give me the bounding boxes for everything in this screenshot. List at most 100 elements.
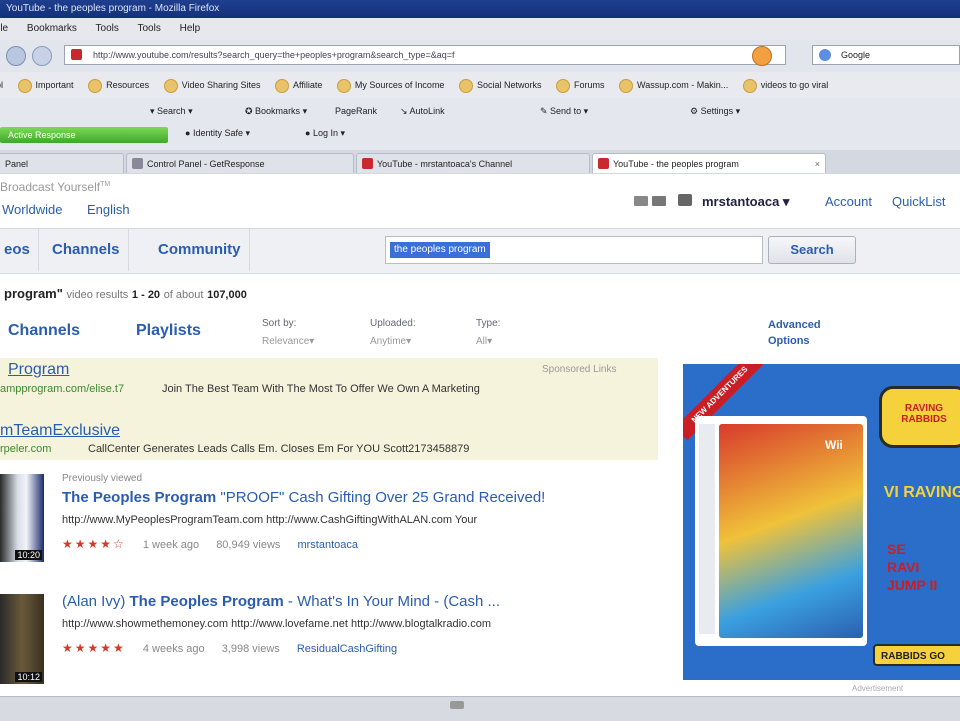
site-favicon-icon (71, 49, 82, 60)
banner-headline: VI RAVING (883, 484, 960, 501)
bookmarks-bar: ol Important Resources Video Sharing Sit… (0, 72, 960, 99)
folder-icon (163, 78, 178, 93)
youtube-favicon-icon (598, 158, 609, 169)
nav-channels[interactable]: Channels (44, 229, 129, 271)
tab-strip: Panel Control Panel - GetResponse YouTub… (0, 150, 960, 175)
address-bar[interactable]: http://www.youtube.com/results?search_qu… (64, 45, 786, 65)
bookmark-item[interactable]: Affiliate (275, 72, 322, 98)
menu-item[interactable]: Tools (138, 23, 161, 34)
bookmarks-button[interactable]: ✪ Bookmarks ▾ (245, 98, 307, 124)
quicklist-link[interactable]: QuickList (892, 194, 945, 209)
tab-getresponse[interactable]: Control Panel - GetResponse (126, 153, 354, 173)
ad-url[interactable]: ampprogram.com/elise.t7 (0, 383, 124, 395)
send-to-button[interactable]: ✎ Send to ▾ (540, 98, 588, 124)
account-link[interactable]: Account (825, 194, 872, 209)
bookmark-item[interactable]: Wassup.com - Makin... (619, 72, 728, 98)
search-engine-name: Google (841, 50, 871, 60)
menu-item[interactable]: Help (180, 23, 201, 34)
bookmark-item[interactable]: Important (17, 72, 74, 98)
results-summary: program" video results 1 - 20 of about 1… (4, 286, 247, 301)
box-cover-art (719, 424, 863, 638)
video-author-link[interactable]: mrstantoaca (297, 539, 358, 551)
youtube-slogan: Broadcast YourselfTM (0, 180, 111, 194)
banner-ad[interactable]: NEW ADVENTURES Wii RAVING RABBIDS VI RAV… (683, 364, 960, 680)
banner-button[interactable]: RABBIDS GO (873, 644, 960, 666)
forward-icon[interactable] (32, 46, 52, 66)
bookmark-item[interactable]: Video Sharing Sites (163, 72, 261, 98)
tab-youtube-search[interactable]: YouTube - the peoples program × (592, 153, 826, 173)
username-menu[interactable]: mrstantoaca ▾ (702, 194, 789, 210)
active-response-button[interactable]: Active Response (0, 127, 168, 143)
search-query-text: the peoples program (390, 242, 490, 258)
advanced-options-link[interactable]: Advanced Options (768, 317, 848, 349)
bookmark-item[interactable]: My Sources of Income (336, 72, 444, 98)
back-icon[interactable] (6, 46, 26, 66)
identity-safe-button[interactable]: ● Identity Safe ▾ (185, 128, 250, 139)
video-description: http://www.showmethemoney.com http://www… (62, 618, 491, 630)
tab-youtube-channel[interactable]: YouTube - mrstantoaca's Channel (356, 153, 590, 173)
autolink-button[interactable]: ↘ AutoLink (400, 98, 445, 124)
log-in-button[interactable]: ● Log In ▾ (305, 128, 345, 139)
pagerank-label: PageRank (335, 106, 378, 116)
address-url: http://www.youtube.com/results?search_qu… (93, 50, 455, 60)
ad-url[interactable]: rpeler.com (0, 443, 51, 455)
menu-item[interactable]: Bookmarks (27, 23, 77, 34)
youtube-favicon-icon (362, 158, 373, 169)
nav-community[interactable]: Community (150, 229, 250, 271)
bookmark-item[interactable]: Social Networks (458, 72, 542, 98)
settings-button[interactable]: ⚙ Settings ▾ (690, 98, 740, 124)
ad-text: CallCenter Generates Leads Calls Em. Clo… (88, 443, 470, 455)
game-logo: RAVING RABBIDS (879, 386, 960, 448)
bookmark-item[interactable]: Forums (556, 72, 605, 98)
user-icon (678, 194, 692, 206)
sort-by-select[interactable]: Relevance▾ (262, 336, 314, 347)
close-tab-icon[interactable]: × (815, 154, 820, 173)
game-box-art: Wii (695, 416, 867, 646)
region-link[interactable]: Worldwide (2, 202, 62, 217)
language-link[interactable]: English (87, 202, 130, 217)
video-author-link[interactable]: ResidualCashGifting (297, 643, 397, 655)
type-select[interactable]: All▾ (476, 336, 492, 347)
inbox-icon[interactable] (652, 196, 666, 206)
search-engine-icon (819, 49, 831, 61)
rating-stars: ★★★★☆ (62, 537, 126, 551)
ad-title[interactable]: Program (8, 361, 69, 379)
folder-icon (742, 78, 757, 93)
previously-viewed-badge: Previously viewed (62, 473, 143, 484)
uploaded-label: Uploaded: (370, 318, 416, 329)
video-description: http://www.MyPeoplesProgramTeam.com http… (62, 514, 478, 526)
wii-platform-label: Wii (825, 438, 843, 452)
video-duration: 10:12 (15, 672, 42, 682)
sort-by-label: Sort by: (262, 318, 297, 329)
filter-tab-playlists[interactable]: Playlists (136, 322, 201, 340)
video-title[interactable]: (Alan Ivy) The Peoples Program - What's … (62, 593, 500, 610)
nav-videos[interactable]: eos (0, 229, 39, 271)
feed-icon[interactable] (752, 46, 772, 66)
browser-search-input[interactable]: Google (812, 45, 960, 65)
tab-panel[interactable]: Panel (0, 153, 124, 173)
menu-bar: File Bookmarks Tools Tools Help (0, 18, 960, 40)
ad-title[interactable]: mTeamExclusive (0, 422, 120, 440)
video-title[interactable]: The Peoples Program "PROOF" Cash Gifting… (62, 489, 545, 506)
addon-search-button[interactable]: ▾ Search ▾ (150, 98, 193, 124)
menu-item[interactable]: File (0, 23, 8, 34)
window-title-bar: YouTube - the peoples program - Mozilla … (0, 0, 960, 18)
uploaded-select[interactable]: Anytime▾ (370, 336, 411, 347)
search-button[interactable]: Search (768, 236, 856, 264)
filter-tab-channels[interactable]: Channels (8, 322, 80, 340)
getresponse-favicon-icon (132, 158, 143, 169)
mail-icon[interactable] (634, 196, 648, 206)
sponsored-label: Sponsored Links (542, 364, 617, 375)
bookmark-item[interactable]: videos to go viral (742, 72, 828, 98)
banner-cta-text: SE RAVI JUMP II (887, 541, 938, 593)
video-thumbnail[interactable]: 10:12 (0, 594, 44, 684)
folder-icon (336, 78, 351, 93)
bookmark-item[interactable]: ol (0, 72, 3, 98)
wii-logo (699, 424, 715, 634)
window-title: YouTube - the peoples program - Mozilla … (6, 3, 220, 14)
menu-item[interactable]: Tools (96, 23, 119, 34)
bookmark-item[interactable]: Resources (88, 72, 149, 98)
video-thumbnail[interactable]: 10:20 (0, 474, 44, 562)
scroll-thumb[interactable] (450, 701, 464, 709)
folder-icon (556, 78, 571, 93)
